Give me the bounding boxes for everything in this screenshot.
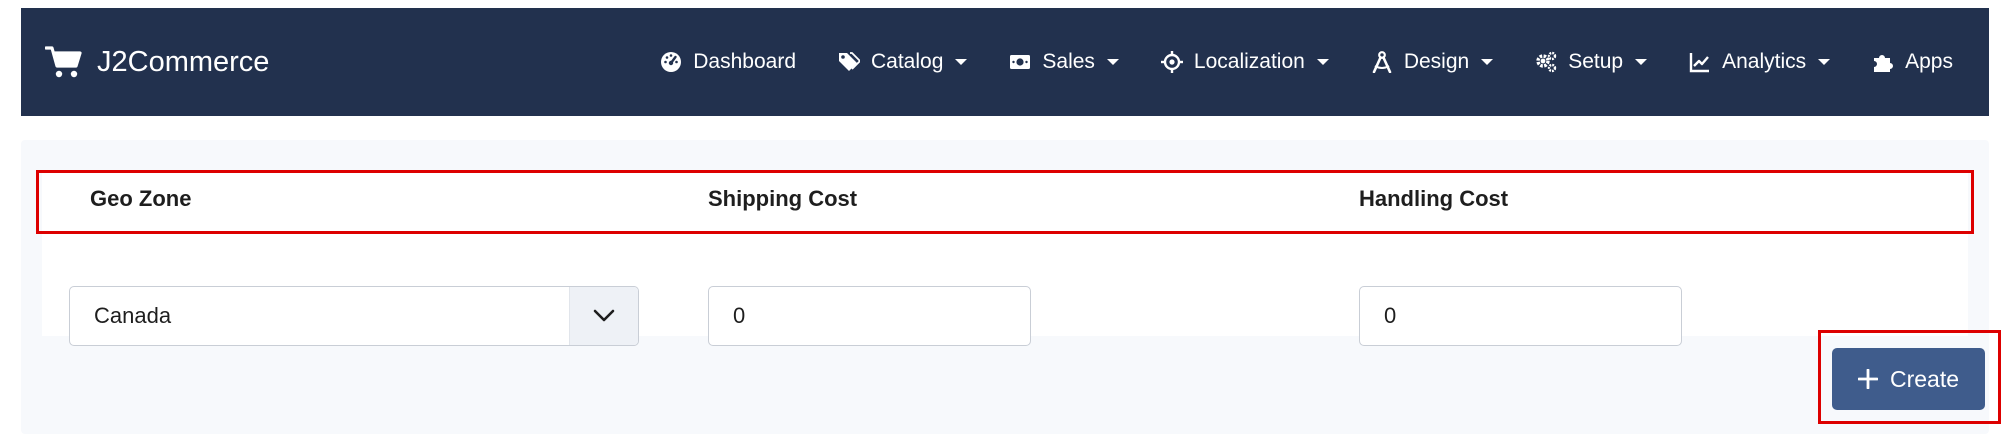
shipping-cost-input[interactable]: 0 (708, 286, 1031, 346)
column-label-geo-zone: Geo Zone (90, 186, 192, 211)
geo-zone-dropdown-toggle[interactable] (569, 287, 638, 345)
nav-item-setup[interactable]: Setup (1535, 50, 1648, 74)
geo-zone-selected-value: Canada (94, 303, 172, 328)
nav-item-apps[interactable]: Apps (1872, 50, 1953, 74)
nav-item-dashboard[interactable]: Dashboard (660, 50, 796, 74)
compass-drafting-icon (1372, 51, 1392, 73)
brand-name: J2Commerce (97, 45, 270, 78)
crosshairs-icon (1160, 51, 1183, 73)
main-menu: Dashboard Catalog Sales Localization Des… (618, 8, 1953, 116)
gauge-icon (661, 52, 682, 72)
handling-cost-input[interactable]: 0 (1359, 286, 1682, 346)
shopping-cart-icon (45, 46, 82, 78)
brand-link[interactable]: J2Commerce (45, 8, 269, 116)
plus-icon (1857, 369, 1878, 389)
geo-zone-select[interactable]: Canada (69, 286, 639, 346)
nav-item-design[interactable]: Design (1371, 50, 1494, 74)
chevron-down-icon (1106, 59, 1119, 65)
chevron-down-icon (955, 59, 968, 65)
top-navbar: J2Commerce Dashboard Catalog Sales Local… (21, 8, 1989, 116)
chevron-down-icon (1818, 59, 1831, 65)
content-panel: Geo Zone Shipping Cost Handling Cost Can… (21, 140, 2001, 434)
nav-item-catalog[interactable]: Catalog (838, 50, 968, 74)
nav-item-analytics[interactable]: Analytics (1689, 50, 1831, 74)
gears-icon (1536, 51, 1557, 73)
chevron-down-icon (1481, 59, 1494, 65)
chevron-down-icon (1635, 59, 1648, 65)
create-button[interactable]: Create (1832, 348, 1985, 410)
nav-item-localization[interactable]: Localization (1160, 50, 1329, 74)
create-button-label: Create (1889, 365, 1960, 392)
chevron-down-icon (1316, 59, 1329, 65)
shipping-rate-form: Geo Zone Shipping Cost Handling Cost Can… (36, 170, 1974, 346)
nav-item-sales[interactable]: Sales (1009, 50, 1119, 74)
chart-line-icon (1689, 53, 1710, 73)
tags-icon (839, 52, 860, 71)
puzzle-icon (1874, 55, 1894, 72)
money-icon (1010, 55, 1031, 69)
column-label-shipping-cost: Shipping Cost (708, 186, 858, 211)
column-header-row (36, 170, 1974, 234)
chevron-down-icon (593, 309, 615, 322)
column-label-handling-cost: Handling Cost (1359, 186, 1509, 211)
